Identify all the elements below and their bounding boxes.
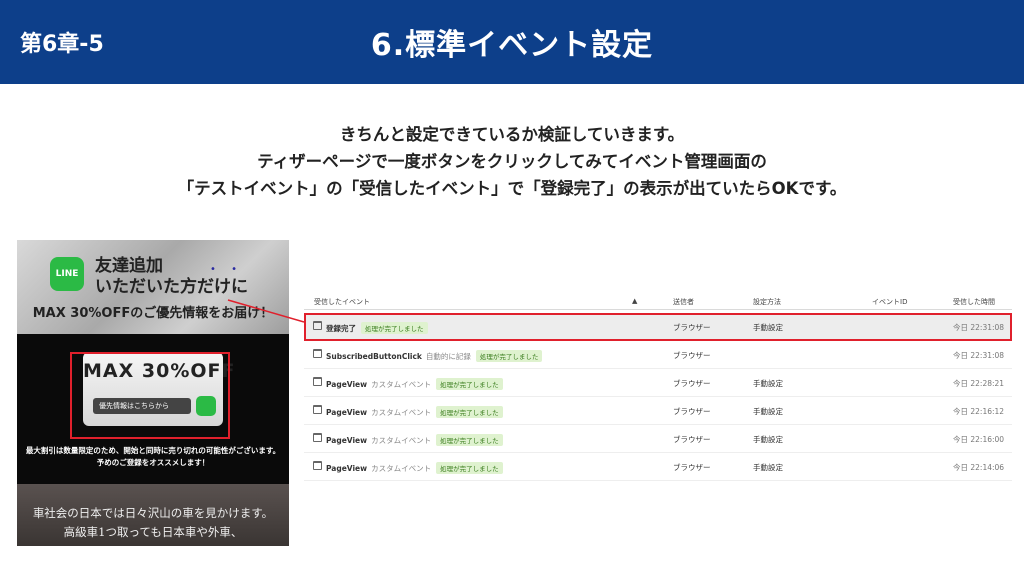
event-subtype: カスタムイベント bbox=[371, 436, 432, 445]
table-row[interactable]: PageView カスタムイベント 処理が完了しました ブラウザー 手動設定 今日 … bbox=[304, 397, 1012, 425]
intro-line-3: 「テストイベント」の「受信したイベント」で「登録完了」の表示が出ていたらOKです… bbox=[177, 179, 847, 198]
event-name: PageView カスタムイベント 処理が完了しました bbox=[326, 378, 503, 390]
highlight-box-event bbox=[304, 313, 1012, 341]
friend-add-text: 友達追加 いただいた方だけに bbox=[95, 256, 248, 298]
event-icon bbox=[313, 405, 322, 414]
col-event-id: イベントID bbox=[872, 298, 908, 306]
event-name: SubscribedButtonClick 自動的に記録 処理が完了しました bbox=[326, 350, 543, 362]
table-row[interactable]: SubscribedButtonClick 自動的に記録 処理が完了しました ブラウ… bbox=[304, 341, 1012, 369]
sender: ブラウザー bbox=[673, 351, 711, 360]
event-subtype: カスタムイベント bbox=[371, 380, 432, 389]
ad-line-2: 高級車1つ取っても日本車や外車、 bbox=[63, 525, 243, 539]
received-time: 今日 22:28:21 bbox=[953, 379, 1005, 388]
fine-print-line-2: 予めのご登録をオススメします！ bbox=[96, 458, 210, 467]
status-badge: 処理が完了しました bbox=[436, 462, 503, 474]
received-time: 今日 22:14:06 bbox=[953, 463, 1005, 472]
fine-print: 最大割引は数量限定のため、開始と同時に売り切れの可能性がございます。 予めのご登… bbox=[17, 445, 289, 469]
table-header: 受信したイベント ▲ 送信者 設定方法 イベントID 受信した時間 bbox=[304, 290, 1012, 310]
col-received: 受信した時間 bbox=[953, 298, 995, 306]
table-row[interactable]: PageView カスタムイベント 処理が完了しました ブラウザー 手動設定 今日 … bbox=[304, 425, 1012, 453]
sender: ブラウザー bbox=[673, 463, 711, 472]
method: 手動設定 bbox=[753, 407, 783, 416]
event-name: PageView カスタムイベント 処理が完了しました bbox=[326, 462, 503, 474]
received-time: 今日 22:31:08 bbox=[953, 351, 1005, 360]
status-badge: 処理が完了しました bbox=[436, 434, 503, 446]
teaser-header-area: LINE 友達追加 いただいた方だけに • • MAX 30%OFFのご優先情報… bbox=[17, 240, 289, 334]
method: 手動設定 bbox=[753, 435, 783, 444]
event-name: PageView カスタムイベント 処理が完了しました bbox=[326, 406, 503, 418]
col-sender: 送信者 bbox=[673, 298, 694, 306]
event-subtype: 自動的に記録 bbox=[425, 352, 471, 361]
sender: ブラウザー bbox=[673, 407, 711, 416]
event-name: PageView カスタムイベント 処理が完了しました bbox=[326, 434, 503, 446]
event-icon bbox=[313, 349, 322, 358]
slide-header: 第6章-5 6.標準イベント設定 bbox=[0, 0, 1024, 84]
received-time: 今日 22:16:12 bbox=[953, 407, 1005, 416]
event-subtype: カスタムイベント bbox=[371, 408, 432, 417]
method: 手動設定 bbox=[753, 379, 783, 388]
offer-headline: MAX 30%OFFのご優先情報をお届け！ bbox=[32, 306, 274, 321]
event-icon bbox=[313, 433, 322, 442]
intro-text: きちんと設定できているか検証していきます。 ティザーページで一度ボタンをクリック… bbox=[0, 121, 1024, 202]
status-badge: 処理が完了しました bbox=[436, 378, 503, 390]
sort-icon[interactable]: ▲ bbox=[632, 297, 637, 305]
intro-line-2: ティザーページで一度ボタンをクリックしてみてイベント管理画面の bbox=[257, 152, 767, 171]
col-method: 設定方法 bbox=[753, 298, 781, 306]
emphasis-dots: • • bbox=[210, 264, 243, 275]
highlight-box-button bbox=[70, 352, 230, 439]
received-time: 今日 22:16:00 bbox=[953, 435, 1005, 444]
fine-print-line-1: 最大割引は数量限定のため、開始と同時に売り切れの可能性がございます。 bbox=[25, 446, 281, 455]
event-icon bbox=[313, 377, 322, 386]
event-subtype: カスタムイベント bbox=[371, 464, 432, 473]
coupon-area: MAX 30%OFF 優先情報はこちらから 最大割引は数量限定のため、開始と同時… bbox=[17, 334, 289, 484]
slide-title: 6.標準イベント設定 bbox=[370, 28, 654, 63]
status-badge: 処理が完了しました bbox=[475, 350, 543, 362]
sender: ブラウザー bbox=[673, 435, 711, 444]
line-logo-icon: LINE bbox=[50, 257, 84, 291]
table-row[interactable]: PageView カスタムイベント 処理が完了しました ブラウザー 手動設定 今日 … bbox=[304, 453, 1012, 481]
event-icon bbox=[313, 461, 322, 470]
col-event: 受信したイベント bbox=[314, 298, 370, 306]
status-badge: 処理が完了しました bbox=[436, 406, 503, 418]
friend-add-line-2: いただいた方だけに bbox=[95, 277, 248, 297]
intro-line-1: きちんと設定できているか検証していきます。 bbox=[339, 125, 685, 144]
ad-line-1: 車社会の日本では日々沢山の車を見かけます。 bbox=[32, 506, 274, 520]
method: 手動設定 bbox=[753, 463, 783, 472]
sender: ブラウザー bbox=[673, 379, 711, 388]
teaser-page-screenshot: LINE 友達追加 いただいた方だけに • • MAX 30%OFFのご優先情報… bbox=[17, 240, 289, 546]
table-row[interactable]: PageView カスタムイベント 処理が完了しました ブラウザー 手動設定 今日 … bbox=[304, 369, 1012, 397]
ad-copy: 車社会の日本では日々沢山の車を見かけます。 高級車1つ取っても日本車や外車、 bbox=[17, 504, 289, 542]
ad-copy-area: 車社会の日本では日々沢山の車を見かけます。 高級車1つ取っても日本車や外車、 bbox=[17, 484, 289, 546]
